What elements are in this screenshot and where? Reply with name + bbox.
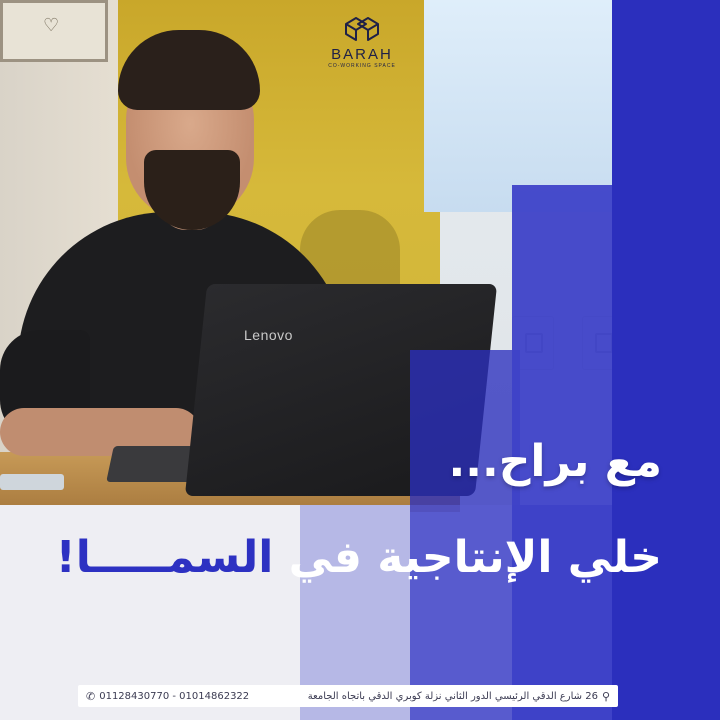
heart-doodle-icon: ♡	[43, 15, 60, 36]
phone-icon: ✆	[86, 689, 96, 703]
promo-poster: ♡ Lenovo BARAH CO-WORKING SPACE مع براح.…	[0, 0, 720, 720]
contact-bar: ✆ 01128430770 - 01014862322 ⚲ 26 شارع ال…	[78, 685, 618, 707]
desk-item	[0, 474, 64, 490]
headline-line-2: خلي الإنتاجية في السمـــــا!	[56, 532, 662, 583]
headline-line-2-accent: السمـــــا!	[55, 532, 274, 583]
phone-numbers[interactable]: 01128430770 - 01014862322	[99, 691, 249, 702]
phone-info: ✆ 01128430770 - 01014862322	[86, 690, 249, 703]
wall-frame: ♡	[0, 0, 108, 62]
window-light	[424, 0, 612, 212]
brand-name: BARAH	[331, 46, 393, 63]
blue-strip-dark	[612, 0, 720, 720]
brand-tagline: CO-WORKING SPACE	[328, 63, 396, 69]
brand-logo: BARAH CO-WORKING SPACE	[322, 14, 402, 69]
location-pin-icon: ⚲	[601, 689, 610, 703]
barah-cube-logo-icon	[345, 17, 379, 41]
headline-line-1: مع براح...	[448, 436, 662, 487]
headline-line-2-white: خلي الإنتاجية في	[288, 532, 662, 583]
laptop-brand-label: Lenovo	[244, 327, 293, 343]
address-info: ⚲ 26 شارع الدقي الرئيسي الدور الثاني نزل…	[308, 690, 610, 703]
address-text: 26 شارع الدقي الرئيسي الدور الثاني نزلة …	[307, 690, 598, 702]
